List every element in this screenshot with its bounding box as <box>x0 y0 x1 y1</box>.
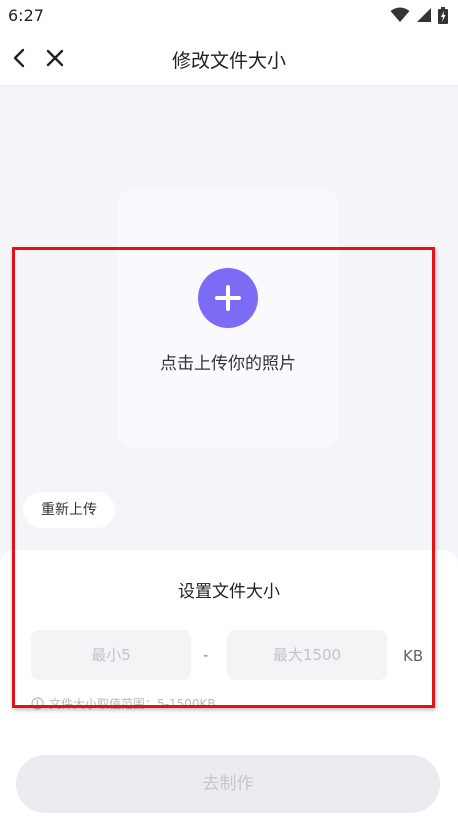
nav-bar: 修改文件大小 <box>0 30 458 86</box>
range-hint-text: 文件大小取值范围：5-1500KB <box>49 697 216 711</box>
upload-button[interactable] <box>198 268 258 328</box>
wifi-icon <box>390 7 410 22</box>
make-button[interactable]: 去制作 <box>16 755 440 813</box>
min-size-input[interactable] <box>31 630 191 680</box>
size-unit: KB <box>403 647 424 665</box>
plus-icon <box>215 285 241 311</box>
max-size-input[interactable] <box>227 630 387 680</box>
reupload-button[interactable]: 重新上传 <box>23 492 115 528</box>
range-separator: - <box>203 646 209 664</box>
upload-label: 点击上传你的照片 <box>160 354 296 374</box>
status-bar: 6:27 <box>0 0 458 30</box>
settings-title: 设置文件大小 <box>178 582 280 602</box>
range-hint: 文件大小取值范围：5-1500KB <box>31 695 216 712</box>
signal-icon <box>417 8 431 22</box>
battery-icon <box>438 6 448 24</box>
info-icon <box>31 697 44 710</box>
size-settings-panel: 设置文件大小 - KB 文件大小取值范围：5-1500KB 去制作 <box>0 550 458 820</box>
status-icons <box>390 6 448 24</box>
upload-card[interactable]: 点击上传你的照片 <box>117 189 339 448</box>
page-title: 修改文件大小 <box>171 50 286 72</box>
status-time: 6:27 <box>8 5 44 25</box>
